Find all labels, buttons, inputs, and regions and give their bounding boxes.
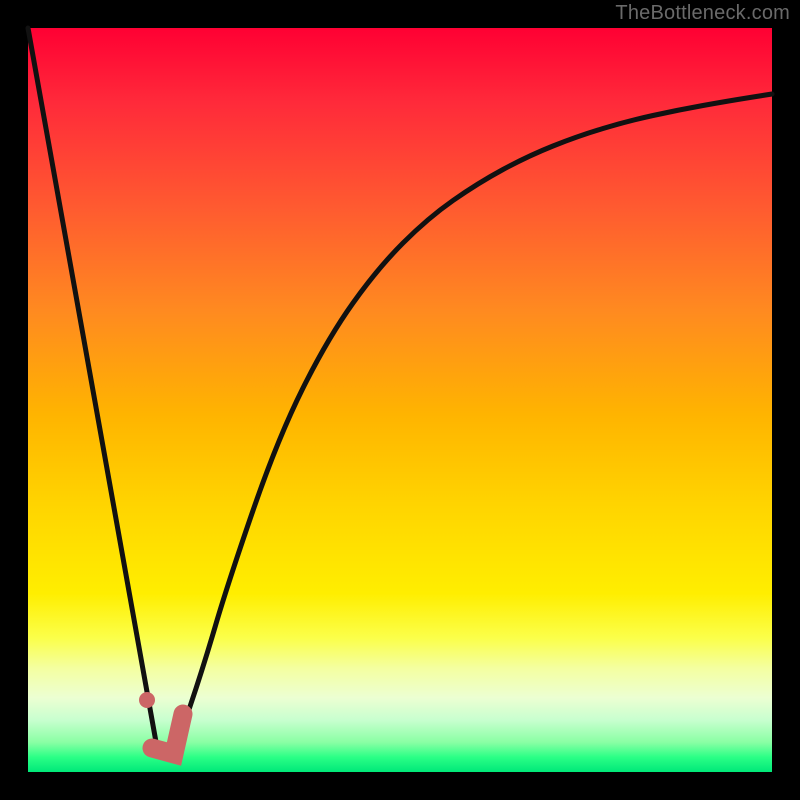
right-branch-curve	[178, 94, 772, 742]
plot-area	[28, 28, 772, 772]
marker-dot	[139, 692, 155, 708]
chart-svg	[28, 28, 772, 772]
outer-frame: TheBottleneck.com	[0, 0, 800, 800]
left-branch-curve	[28, 28, 156, 742]
watermark-text: TheBottleneck.com	[615, 2, 790, 25]
